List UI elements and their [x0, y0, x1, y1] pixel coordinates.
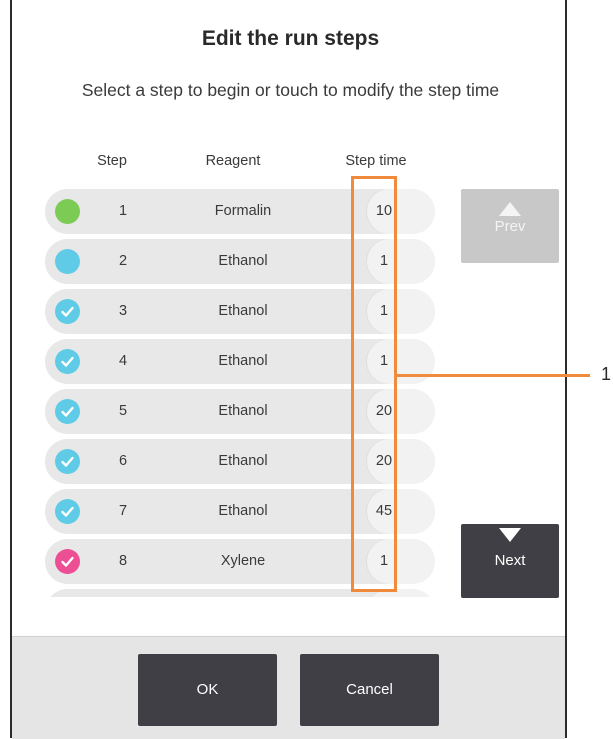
step-status-checked-icon — [55, 399, 80, 424]
step-number: 6 — [118, 453, 128, 469]
step-status-checked-icon — [55, 499, 80, 524]
reagent-name: Ethanol — [218, 503, 268, 519]
reagent-name: Ethanol — [218, 353, 268, 369]
step-number: 4 — [118, 353, 128, 369]
step-number: 3 — [118, 303, 128, 319]
column-header-step-time: Step time — [345, 153, 407, 169]
step-status-checked-icon — [55, 299, 80, 324]
step-status-dot-icon — [55, 199, 80, 224]
step-number: 5 — [118, 403, 128, 419]
callout-number: 1 — [601, 364, 612, 384]
arrow-down-icon — [499, 528, 521, 542]
reagent-name: Ethanol — [218, 403, 268, 419]
column-header-reagent: Reagent — [205, 153, 261, 169]
cancel-button[interactable]: Cancel — [300, 654, 439, 726]
reagent-name: Xylene — [220, 553, 266, 569]
dialog-subtitle: Select a step to begin or touch to modif… — [81, 80, 500, 100]
prev-button[interactable]: Prev — [461, 189, 559, 263]
reagent-name: Ethanol — [218, 253, 268, 269]
ok-button[interactable]: OK — [138, 654, 277, 726]
callout-line — [397, 374, 590, 377]
step-number: 7 — [118, 503, 128, 519]
step-status-checked-icon — [55, 549, 80, 574]
next-label: Next — [494, 552, 526, 569]
reagent-name: Formalin — [214, 203, 272, 219]
step-status-dot-icon — [55, 249, 80, 274]
step-number: 8 — [118, 553, 128, 569]
dialog-title: Edit the run steps — [201, 27, 380, 50]
next-button[interactable]: Next — [461, 524, 559, 598]
step-status-checked-icon — [55, 349, 80, 374]
edit-run-steps-dialog: Edit the run steps Select a step to begi… — [10, 0, 567, 739]
arrow-up-icon — [499, 202, 521, 216]
reagent-name: Ethanol — [218, 303, 268, 319]
dialog-footer: OK Cancel — [12, 636, 565, 739]
step-status-checked-icon — [55, 449, 80, 474]
reagent-name: Ethanol — [218, 453, 268, 469]
step-number: 2 — [118, 253, 128, 269]
step-time-highlight-box — [351, 176, 397, 592]
column-header-step: Step — [97, 153, 127, 169]
prev-label: Prev — [494, 218, 526, 235]
step-number: 1 — [118, 203, 128, 219]
